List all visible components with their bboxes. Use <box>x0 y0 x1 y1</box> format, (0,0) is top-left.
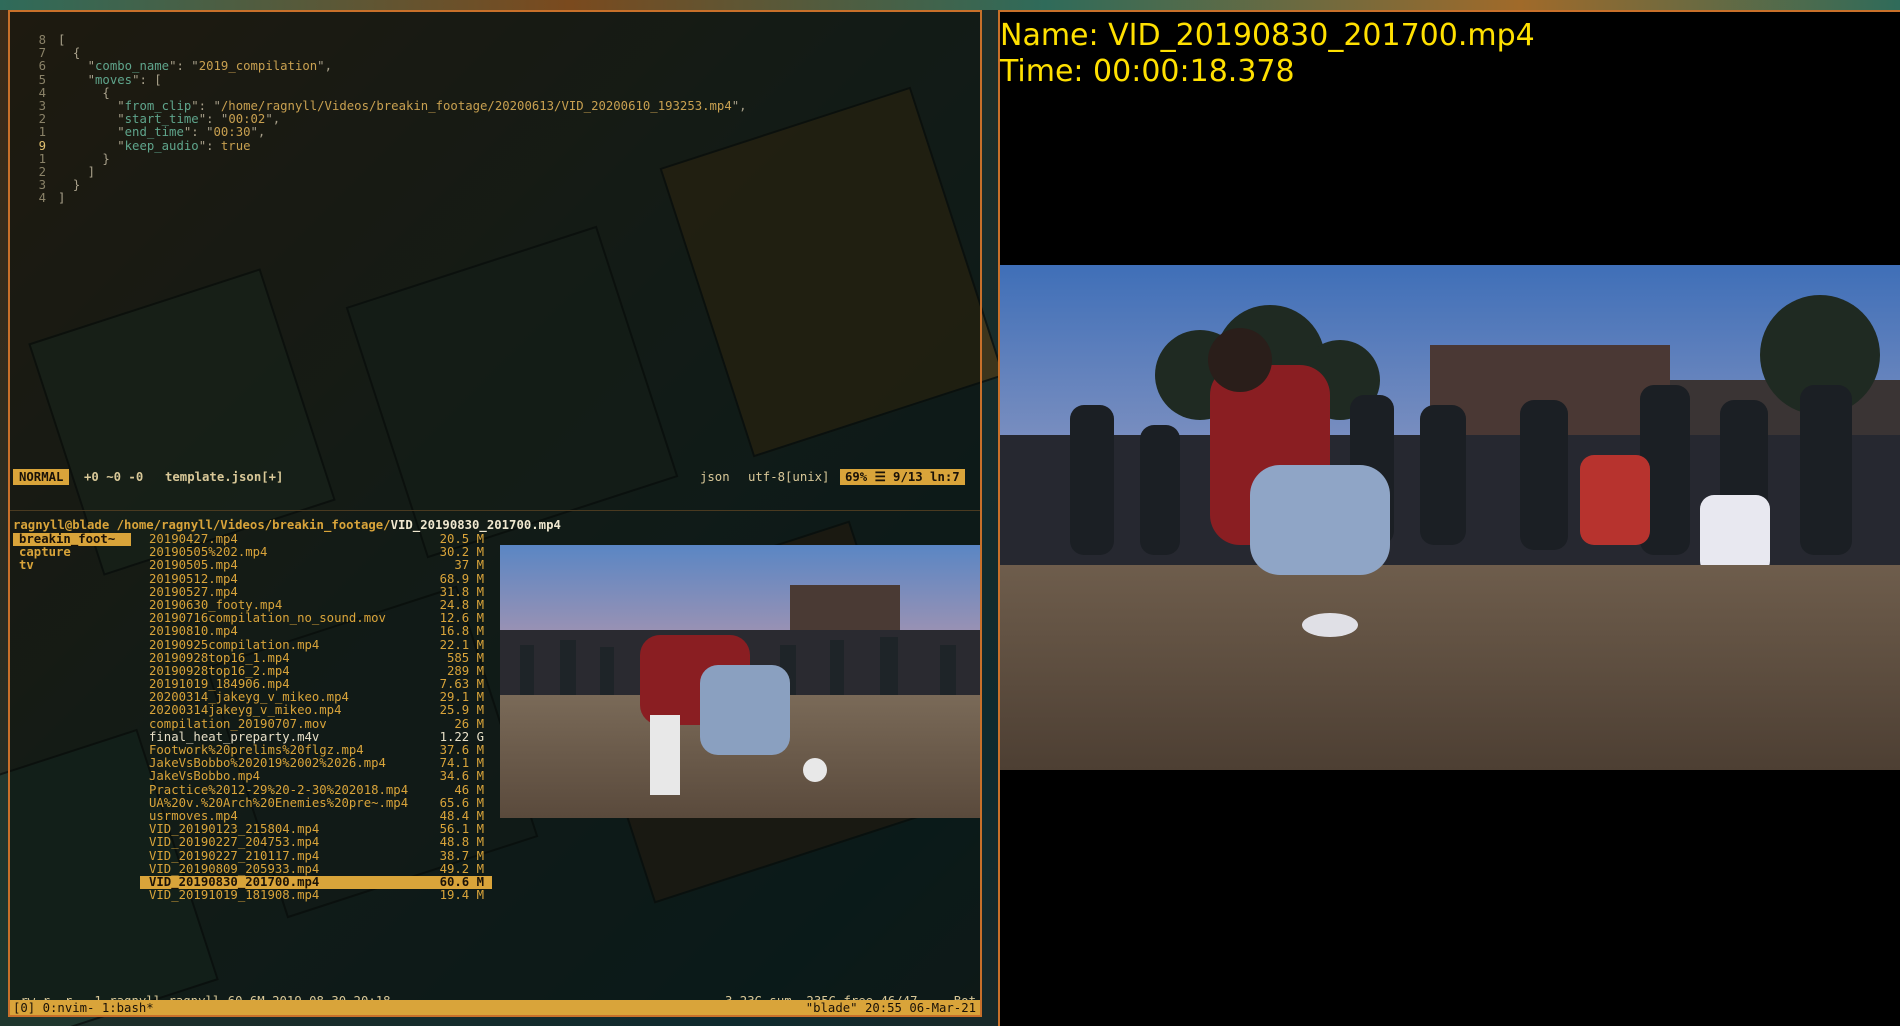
file-size: 19.4 M <box>439 888 484 903</box>
nvim-statusline: NORMAL +0 ~0 -0 template.json[+] json ut… <box>10 469 980 485</box>
file-size: 49.2 M <box>439 861 484 876</box>
encoding: utf-8[unix] <box>748 470 830 484</box>
file-row[interactable]: VID_20190227_210117.mp4 38.7 M <box>140 848 492 863</box>
token: ", <box>317 59 332 74</box>
file-name: Practice%2012-29%20-2-30%202018.mp4 <box>149 782 409 797</box>
file-size: 68.9 M <box>439 571 484 586</box>
file-name: 20190512.mp4 <box>149 571 238 586</box>
preview-thumbnail <box>500 545 980 818</box>
code-line[interactable]: 4] <box>10 190 66 206</box>
parent-dir-item[interactable]: tv <box>13 559 131 572</box>
file-row[interactable]: 20190527.mp4 31.8 M <box>140 584 492 599</box>
token: ", <box>250 125 266 140</box>
file-size: 46 M <box>454 782 484 797</box>
pane-divider[interactable] <box>10 510 980 511</box>
file-name: 20190810.mp4 <box>149 624 238 639</box>
file-name: JakeVsBobbo.mp4 <box>149 769 261 784</box>
ranger-file-manager[interactable]: ragnyll@blade /home/ragnyll/Videos/break… <box>10 512 980 1008</box>
ranger-path: ragnyll@blade /home/ragnyll/Videos/break… <box>13 517 561 533</box>
terminal-window[interactable]: 8[7 {6 "combo_name": "2019_compilation",… <box>8 10 982 1017</box>
video-preview <box>500 545 980 818</box>
file-size: 585 M <box>446 650 484 665</box>
nvim-editor[interactable]: 8[7 {6 "combo_name": "2019_compilation",… <box>10 12 980 504</box>
file-size: 34.6 M <box>439 769 484 784</box>
mode-indicator: NORMAL <box>13 469 70 485</box>
osd-time: Time: 00:00:18.378 <box>1000 54 1295 89</box>
file-name: template.json[+] <box>165 470 284 484</box>
token: " <box>117 138 125 153</box>
file-name: VID_20190809_205933.mp4 <box>149 861 320 876</box>
token: ] <box>87 165 96 179</box>
file-row[interactable]: 20200314jakeyg_v_mikeo.mp4 25.9 M <box>140 704 492 717</box>
parent-column[interactable]: breakin_foot~ capture tv <box>13 533 131 573</box>
file-size: 38.7 M <box>439 848 484 863</box>
file-row[interactable]: Practice%2012-29%20-2-30%202018.mp4 46 M <box>140 782 492 797</box>
token: } <box>102 151 110 166</box>
file-row[interactable]: VID_20190227_204753.mp4 48.8 M <box>140 836 492 849</box>
file-size: 65.6 M <box>439 795 484 810</box>
tmux-windows[interactable]: [0] 0:nvim- 1:bash* <box>13 1000 154 1015</box>
file-row[interactable]: 20190512.mp4 68.9 M <box>140 571 492 586</box>
token: ": <box>198 138 221 153</box>
file-name: 20190928top16_1.mp4 <box>149 650 290 665</box>
file-name: VID_20190227_210117.mp4 <box>149 848 320 863</box>
video-image <box>1000 265 1900 770</box>
current-file: VID_20190830_201700.mp4 <box>390 518 561 532</box>
tmux-statusbar: [0] 0:nvim- 1:bash* "blade" 20:55 06-Mar… <box>10 1000 980 1015</box>
file-row[interactable]: 20190928top16_1.mp4 585 M <box>140 650 492 665</box>
token: 2019_compilation <box>198 59 318 74</box>
parent-dir-item[interactable]: breakin_foot~ <box>13 533 131 547</box>
file-row[interactable]: JakeVsBobbo.mp4 34.6 M <box>140 770 492 783</box>
file-row[interactable]: UA%20v.%20Arch%20Enemies%20pre~.mp4 65.6 … <box>140 795 492 810</box>
file-name: compilation_20190707.mov <box>149 716 327 731</box>
parent-dir-item[interactable]: capture <box>13 546 131 559</box>
user-host: ragnyll@blade <box>13 518 110 532</box>
file-row[interactable]: VID_20190809_205933.mp4 49.2 M <box>140 861 492 876</box>
file-name: 20190505.mp4 <box>149 558 238 573</box>
token: ": [ <box>132 72 162 87</box>
token: true <box>220 138 251 153</box>
file-row[interactable]: 20190505.mp4 37 M <box>140 559 492 572</box>
file-size: 16.8 M <box>439 624 484 639</box>
file-size: 22.1 M <box>439 637 484 652</box>
file-name: VID_20190227_204753.mp4 <box>149 835 320 850</box>
token: ": " <box>169 59 199 74</box>
file-name: 20200314jakeyg_v_mikeo.mp4 <box>149 703 342 718</box>
line-number: 4 <box>38 191 46 206</box>
file-list[interactable]: 20190427.mp4 20.5 M 20190505%202.mp4 30.2 M… <box>140 532 492 903</box>
wallpaper-top-strip <box>0 0 1900 10</box>
filetype: json <box>700 470 730 484</box>
token: keep_audio <box>124 138 199 153</box>
tmux-clock: "blade" 20:55 06-Mar-21 <box>805 1001 976 1015</box>
video-frame[interactable] <box>1000 265 1900 770</box>
file-row[interactable]: 20190810.mp4 16.8 M <box>140 625 492 638</box>
token: ] <box>58 191 66 206</box>
cursor-position: 69% ☰ 9/13 ln:7 <box>840 469 965 485</box>
current-dir: /home/ragnyll/Videos/breakin_footage/ <box>116 518 391 532</box>
file-name: 20190527.mp4 <box>149 584 238 599</box>
token: ", <box>265 112 281 127</box>
token: } <box>72 178 81 193</box>
token: /home/ragnyll/Videos/breakin_footage/202… <box>220 99 732 113</box>
line-text: ] <box>46 191 65 205</box>
file-row[interactable]: VID_20191019_181908.mp4 19.4 M <box>140 888 492 903</box>
mpv-player-window[interactable]: Name: VID_20190830_201700.mp4 Time: 00:0… <box>998 10 1900 1026</box>
file-name: VID_20191019_181908.mp4 <box>149 888 320 903</box>
file-name: UA%20v.%20Arch%20Enemies%20pre~.mp4 <box>149 795 409 810</box>
file-size: 31.8 M <box>439 584 484 599</box>
file-size: 26 M <box>454 716 484 731</box>
osd-name: Name: VID_20190830_201700.mp4 <box>1000 18 1535 53</box>
file-name: 20190925compilation.mp4 <box>149 637 320 652</box>
token: ", <box>731 99 747 113</box>
file-row[interactable]: 20190925compilation.mp4 22.1 M <box>140 637 492 652</box>
file-size: 48.8 M <box>439 835 484 850</box>
file-size: 25.9 M <box>439 703 484 718</box>
file-row[interactable]: compilation_20190707.mov 26 M <box>140 716 492 731</box>
file-size: 37 M <box>454 558 484 573</box>
git-changes: +0 ~0 -0 <box>84 470 144 484</box>
